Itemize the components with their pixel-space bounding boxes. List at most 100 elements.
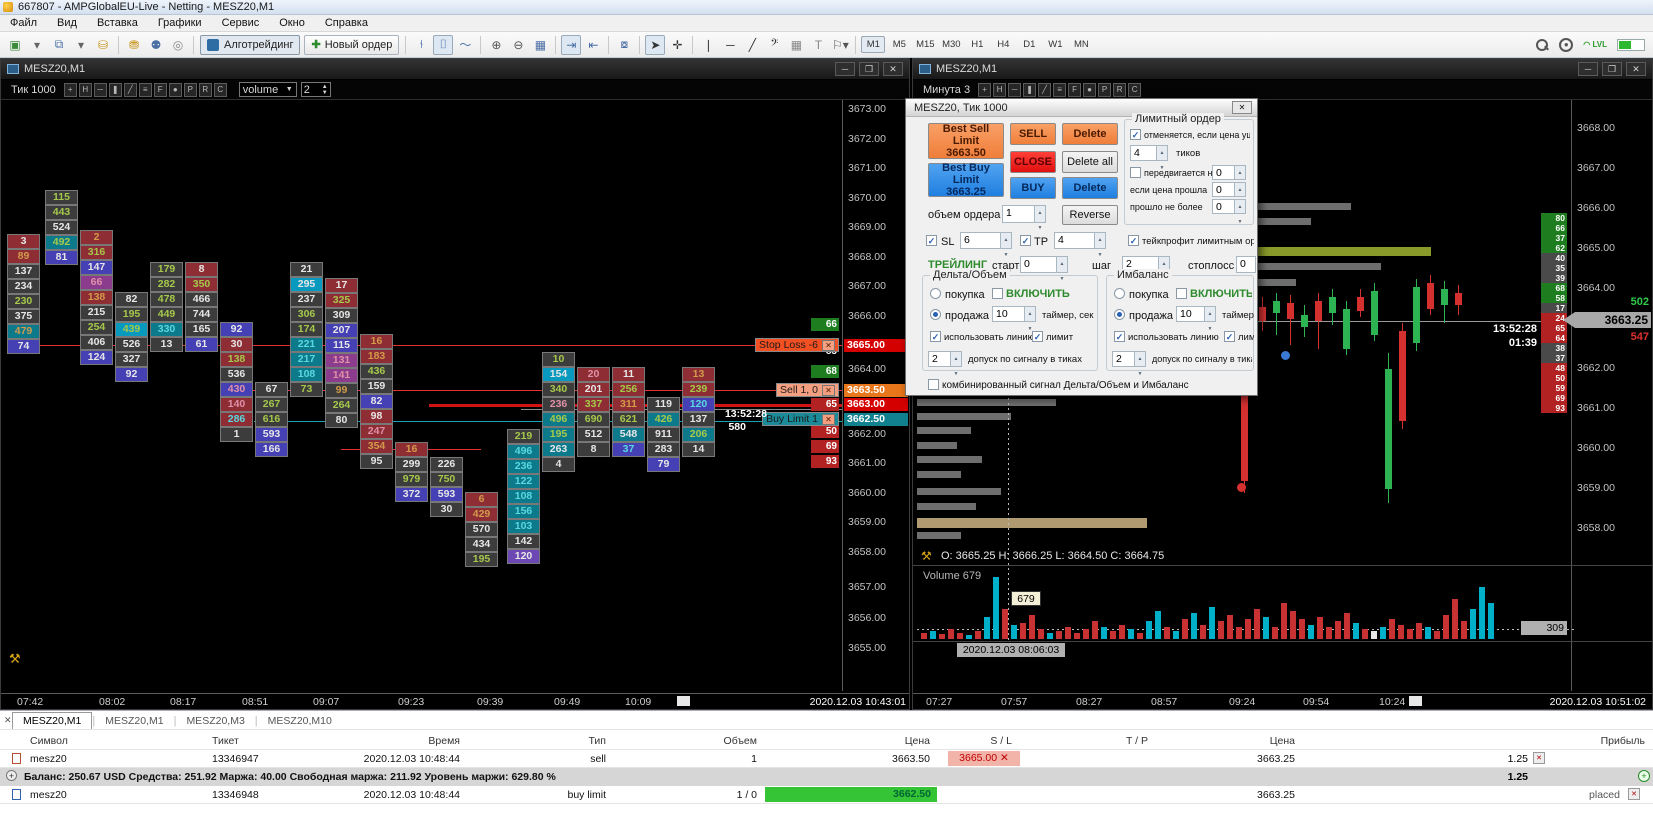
- close-icon[interactable]: ✕: [1232, 101, 1252, 114]
- chart-tools-icon[interactable]: ⚒: [921, 549, 932, 563]
- passed-ticks-field[interactable]: 0▲▼: [1212, 182, 1246, 208]
- best-buy-limit-button[interactable]: Best Buy Limit 3663.25: [928, 162, 1004, 198]
- close-position-icon[interactable]: ✕: [1533, 752, 1545, 764]
- delta-line-checkbox[interactable]: ✓: [930, 331, 941, 342]
- left-tool-P[interactable]: P: [183, 82, 197, 97]
- left-tool-+[interactable]: +: [63, 82, 77, 97]
- new-chart-dropdown-icon[interactable]: ▾: [27, 35, 47, 55]
- menu-item-Вставка[interactable]: Вставка: [87, 16, 148, 30]
- right-tool-─[interactable]: ─: [1008, 82, 1022, 97]
- column-header[interactable]: Тип: [486, 735, 606, 747]
- cancel-ticks-field[interactable]: 4 ▲ ▼: [1130, 145, 1168, 171]
- position-sl-cell[interactable]: 3665.00 ✕: [948, 751, 1020, 766]
- restore-icon[interactable]: ❐: [1602, 62, 1622, 76]
- left-tool-C[interactable]: C: [213, 82, 227, 97]
- imbalance-limit-checkbox[interactable]: ✓: [1224, 331, 1235, 342]
- delta-tolerance-field[interactable]: 2 ▲ ▼: [928, 351, 962, 377]
- timeframe-button-MN[interactable]: MN: [1069, 36, 1093, 53]
- imbalance-buy-radio[interactable]: [1114, 288, 1125, 299]
- left-tool-R[interactable]: R: [198, 82, 212, 97]
- right-tool-F[interactable]: F: [1068, 82, 1082, 97]
- minimize-icon[interactable]: ─: [835, 62, 855, 76]
- menu-item-Справка[interactable]: Справка: [315, 16, 378, 30]
- best-sell-limit-button[interactable]: Best Sell Limit 3663.50: [928, 123, 1004, 159]
- minimize-icon[interactable]: ─: [1578, 62, 1598, 76]
- trailing-stop-field[interactable]: 0: [1236, 256, 1256, 273]
- menu-item-Окно[interactable]: Окно: [269, 16, 315, 30]
- trailing-start-field[interactable]: 0 ▲ ▼: [1020, 256, 1068, 282]
- close-icon[interactable]: ✕: [822, 339, 835, 351]
- right-tool-P[interactable]: P: [1098, 82, 1112, 97]
- tp-checkbox[interactable]: ✓: [1020, 235, 1031, 246]
- close-icon[interactable]: ✕: [1626, 62, 1646, 76]
- move-checkbox[interactable]: [1130, 167, 1141, 178]
- text-tool-icon[interactable]: T: [808, 35, 828, 55]
- delta-enable-checkbox[interactable]: [992, 288, 1003, 299]
- profiles-dropdown-icon[interactable]: ▾: [71, 35, 91, 55]
- timeframe-button-H1[interactable]: H1: [965, 36, 989, 53]
- left-tool-F[interactable]: F: [153, 82, 167, 97]
- imbalance-tolerance-field[interactable]: 2 ▲ ▼: [1112, 351, 1146, 377]
- imbalance-enable-checkbox[interactable]: [1176, 288, 1187, 299]
- restore-icon[interactable]: ❐: [859, 62, 879, 76]
- cluster-mode-dropdown[interactable]: volume ▼: [238, 82, 297, 97]
- timeframe-button-M5[interactable]: M5: [887, 36, 911, 53]
- new-order-button[interactable]: ✚ Новый ордер: [304, 34, 400, 55]
- sell-button[interactable]: SELL: [1010, 123, 1056, 145]
- delete-sell-button[interactable]: Delete: [1062, 123, 1118, 145]
- delta-buy-radio[interactable]: [930, 288, 941, 299]
- bars-chart-icon[interactable]: ⫮: [411, 35, 431, 55]
- right-tool-●[interactable]: ●: [1083, 82, 1097, 97]
- search-icon[interactable]: [1535, 38, 1549, 52]
- combined-signal-checkbox[interactable]: [928, 379, 939, 390]
- column-header[interactable]: Тикет: [212, 735, 239, 747]
- buy-limit-label[interactable]: Buy Limit 1 ✕: [762, 412, 839, 426]
- delete-order-icon[interactable]: ✕: [1628, 788, 1640, 800]
- left-tool-─[interactable]: ─: [93, 82, 107, 97]
- chart-shift-icon[interactable]: ⇤: [583, 35, 603, 55]
- payments-icon[interactable]: ⛃: [124, 35, 144, 55]
- timeframe-button-H4[interactable]: H4: [991, 36, 1015, 53]
- close-icon[interactable]: ✕: [822, 384, 835, 396]
- auto-scroll-icon[interactable]: ⇥: [561, 34, 582, 55]
- zoom-in-icon[interactable]: ⊕: [486, 35, 506, 55]
- column-header[interactable]: Объем: [637, 735, 757, 747]
- right-tool-≡[interactable]: ≡: [1053, 82, 1067, 97]
- shapes-dropdown-icon[interactable]: ⚐▾: [830, 35, 850, 55]
- sell-position-label[interactable]: Sell 1, 0 ✕: [776, 383, 839, 397]
- close-icon[interactable]: ✕: [883, 62, 903, 76]
- imbalance-sell-radio[interactable]: [1114, 309, 1125, 320]
- fibonacci-icon[interactable]: 𝄢: [764, 35, 784, 55]
- timeframe-button-M15[interactable]: M15: [913, 36, 937, 53]
- accounts-icon[interactable]: ⚉: [146, 35, 166, 55]
- signals-icon[interactable]: ◎: [168, 35, 188, 55]
- line-chart-icon[interactable]: 〜: [455, 35, 475, 55]
- add-order-icon[interactable]: +: [1638, 770, 1650, 782]
- delete-all-button[interactable]: Delete all: [1062, 151, 1118, 173]
- timeframe-button-M1[interactable]: M1: [861, 36, 886, 53]
- delta-sell-radio[interactable]: [930, 309, 941, 320]
- right-tool-❚[interactable]: ❚: [1023, 82, 1037, 97]
- market-watch-icon[interactable]: ⛁: [93, 35, 113, 55]
- column-header[interactable]: Прибыль: [1525, 735, 1645, 747]
- zoom-out-icon[interactable]: ⊖: [508, 35, 528, 55]
- left-tool-H[interactable]: H: [78, 82, 92, 97]
- new-chart-icon[interactable]: ▣: [5, 35, 25, 55]
- timeframe-button-W1[interactable]: W1: [1043, 36, 1067, 53]
- menu-item-Сервис[interactable]: Сервис: [212, 16, 270, 30]
- crosshair-icon[interactable]: ✛: [667, 35, 687, 55]
- cursor-icon[interactable]: ➤: [645, 34, 666, 55]
- left-tool-≡[interactable]: ≡: [138, 82, 152, 97]
- expand-icon[interactable]: +: [6, 770, 17, 781]
- grid-tool-icon[interactable]: ▦: [786, 35, 806, 55]
- sl-checkbox[interactable]: ✓: [926, 235, 937, 246]
- right-tool-+[interactable]: +: [978, 82, 992, 97]
- imbalance-line-checkbox[interactable]: ✓: [1114, 331, 1125, 342]
- sl-field[interactable]: 6 ▲ ▼: [960, 232, 1012, 258]
- timeframe-button-M30[interactable]: M30: [939, 36, 963, 53]
- scroll-indicator[interactable]: [1409, 696, 1422, 706]
- left-tool-╱[interactable]: ╱: [123, 82, 137, 97]
- left-tool-●[interactable]: ●: [168, 82, 182, 97]
- tp-field[interactable]: 4 ▲ ▼: [1054, 232, 1106, 258]
- stop-loss-label[interactable]: Stop Loss -6 ✕: [755, 338, 839, 352]
